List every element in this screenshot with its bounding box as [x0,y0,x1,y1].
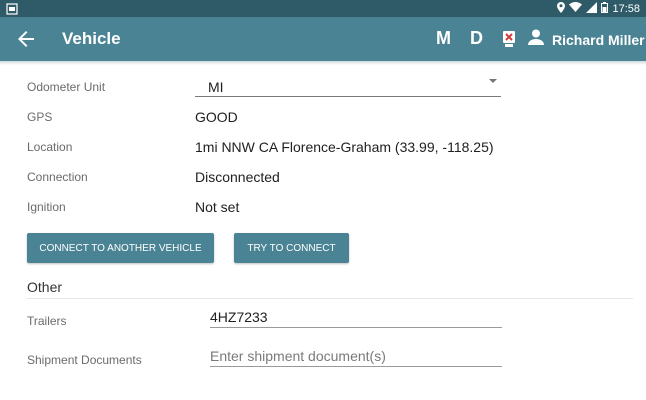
dropdown-arrow-icon [489,79,497,83]
trailers-input[interactable] [210,306,502,327]
odometer-unit-select[interactable]: MI [195,75,501,97]
connection-label: Connection [27,170,88,184]
arrow-back-icon[interactable] [14,28,38,50]
person-icon [528,29,544,50]
mode-d-button[interactable]: D [470,28,483,49]
page-title: Vehicle [62,29,121,48]
connect-another-vehicle-button[interactable]: CONNECT TO ANOTHER VEHICLE [27,233,214,263]
trailers-field-wrapper [210,306,502,328]
gps-value: GOOD [195,109,238,125]
app-bar-shadow [0,61,646,65]
section-title-other: Other [27,279,63,295]
location-icon [557,1,566,16]
mode-m-button[interactable]: M [436,28,451,49]
user-name: Richard Miller [552,31,645,48]
app-bar: Vehicle M D Richard Miller [0,17,646,61]
gps-label: GPS [27,110,53,124]
try-to-connect-button[interactable]: TRY TO CONNECT [234,233,349,263]
shipment-documents-field-wrapper [210,345,502,367]
shipment-documents-input[interactable] [210,345,502,366]
status-bar: 17:58 [0,0,646,17]
location-value: 1mi NNW CA Florence-Graham (33.99, -118.… [195,139,494,155]
odometer-unit-value: MI [208,79,224,95]
odometer-unit-label: Odometer Unit [27,80,106,94]
battery-icon [601,1,609,16]
ignition-value: Not set [195,199,240,215]
shipment-documents-label: Shipment Documents [27,353,142,367]
status-time: 17:58 [612,2,640,15]
signal-icon [586,1,598,16]
inspection-report-icon[interactable] [502,30,516,48]
trailers-label: Trailers [27,314,67,328]
screenshot-icon [6,2,18,15]
status-icons: 17:58 [557,1,640,16]
wifi-icon [569,2,583,15]
connection-value: Disconnected [195,169,280,185]
ignition-label: Ignition [27,200,66,214]
user-account[interactable]: Richard Miller [528,29,645,50]
location-label: Location [27,140,73,154]
section-divider [27,298,633,299]
